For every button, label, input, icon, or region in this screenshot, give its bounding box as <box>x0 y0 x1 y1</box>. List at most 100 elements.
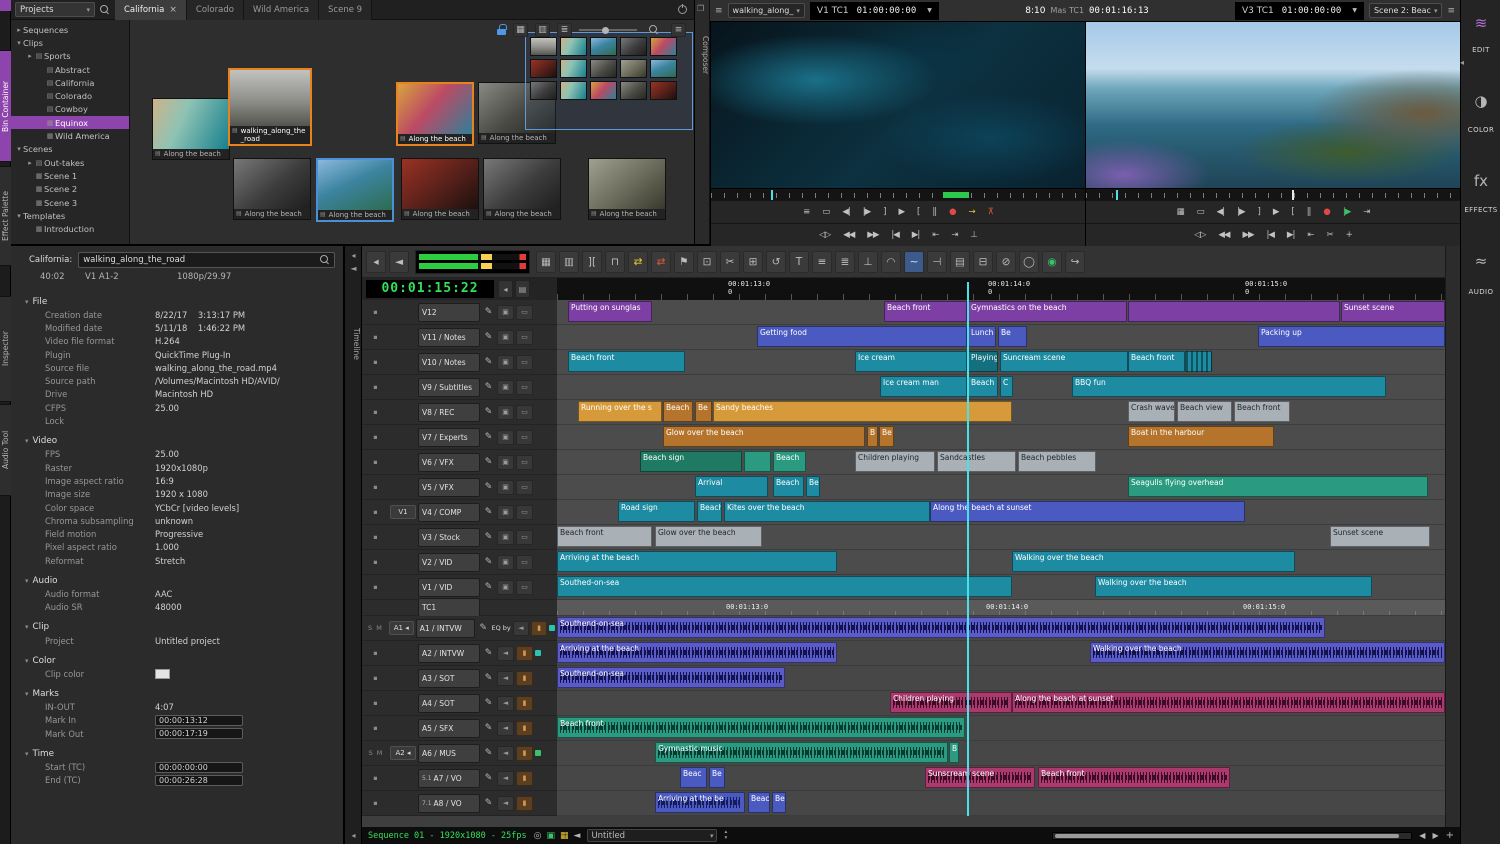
section-header-clip[interactable]: ▾Clip <box>11 621 343 634</box>
speaker-toggle[interactable]: ◄ <box>497 721 514 736</box>
clip[interactable]: Sandcastles <box>937 451 1016 472</box>
secondary-toggle[interactable]: ▮ <box>516 721 533 736</box>
undo-icon[interactable]: ↺ <box>766 251 786 273</box>
track-lane-v12[interactable]: Putting on sunglasBeach frontGymnastics … <box>557 300 1445 325</box>
edit-pencil-icon[interactable]: ✎ <box>482 432 495 442</box>
clip[interactable] <box>1128 301 1340 322</box>
track-button-v2[interactable]: V2 / VID <box>418 553 480 572</box>
color-icon[interactable]: ◑ <box>1461 92 1500 110</box>
clip[interactable]: Beach view <box>1177 401 1232 422</box>
multi-clip-selection[interactable] <box>525 32 693 130</box>
tree-item-sequences[interactable]: ▸Sequences <box>11 23 129 36</box>
track-lane-a3[interactable]: Southend-on-sea <box>557 666 1445 691</box>
next-frame-icon[interactable]: ▶| <box>1287 230 1294 240</box>
track-lane-v7[interactable]: Glow over the beachBBeBoat in the harbou… <box>557 425 1445 450</box>
track-lane-v2[interactable]: Arriving at the beachWalking over the be… <box>557 550 1445 575</box>
tree-item-sports[interactable]: ▸▤Sports <box>11 50 129 63</box>
effect-disable-icon[interactable]: ⊘ <box>996 251 1016 273</box>
edit-pencil-icon[interactable]: ✎ <box>482 773 495 783</box>
bin-clip-7[interactable]: ▤Along the beach <box>483 158 561 220</box>
solo-mute-buttons[interactable]: S M <box>364 624 387 632</box>
secondary-toggle[interactable]: ▭ <box>516 305 533 320</box>
collapse-icon[interactable]: ◂ <box>366 251 386 273</box>
clip[interactable]: Children playing <box>855 451 935 472</box>
record-icon[interactable]: ● <box>949 207 955 217</box>
section-header-file[interactable]: ▾File <box>11 295 343 308</box>
clip-thumbnail[interactable] <box>650 81 677 100</box>
clip[interactable]: Sunscream scene <box>925 767 1035 788</box>
track-button-tc1[interactable]: TC1 <box>418 598 480 617</box>
track-lane-v1[interactable]: Southed-on-seaWalking over the beach <box>557 575 1445 600</box>
edit-pencil-icon[interactable]: ✎ <box>482 382 495 392</box>
track-lane-a6[interactable]: Gymnastic musicB <box>557 741 1445 766</box>
clip[interactable]: Sunset scene <box>1330 526 1430 547</box>
source-clip-menu[interactable]: walking_along_▾ <box>728 3 805 18</box>
section-header-video[interactable]: ▾Video <box>11 435 343 448</box>
edit-pencil-icon[interactable]: ✎ <box>482 673 495 683</box>
scrollbar-thumb[interactable] <box>1055 834 1399 838</box>
track-button-v3[interactable]: V3 / Stock <box>418 528 480 547</box>
scroll-left-icon[interactable]: ◀ <box>1419 831 1425 840</box>
clip[interactable]: Beach <box>663 401 693 422</box>
clip[interactable]: Beac <box>680 767 707 788</box>
effects-icon[interactable]: fx <box>1461 172 1500 190</box>
track-button-a6[interactable]: A6 / MUS <box>418 744 480 763</box>
loop-icon[interactable]: ◁▷ <box>819 230 830 240</box>
side-tab-inspector[interactable]: Inspector <box>0 296 11 402</box>
rewind-icon[interactable]: ◀◀ <box>843 230 854 240</box>
fast-forward-icon[interactable]: ▶▶ <box>867 230 878 240</box>
clip-thumbnail[interactable] <box>620 81 647 100</box>
clip[interactable]: Beach <box>773 451 806 472</box>
clip[interactable]: Along the beach at sunset <box>930 501 1245 522</box>
speaker-toggle[interactable]: ◄ <box>497 796 514 811</box>
bin-clip-4[interactable]: ▤Along the beach <box>396 82 474 146</box>
speaker-toggle[interactable]: ◄ <box>497 746 514 761</box>
tab-label-effects[interactable]: EFFECTS <box>1461 206 1500 214</box>
mark-out-icon[interactable]: ] <box>1257 207 1259 217</box>
track-lane-v6[interactable]: Beach signBeachChildren playingSandcastl… <box>557 450 1445 475</box>
clip-thumbnail[interactable] <box>530 81 557 100</box>
playhead[interactable] <box>967 282 969 816</box>
tree-item-out-takes[interactable]: ▸▤Out-takes <box>11 156 129 169</box>
trim-mode-icon[interactable]: ][ <box>582 251 602 273</box>
rewind-icon[interactable]: ◀◀ <box>1218 230 1229 240</box>
track-lane-a4[interactable]: Children playingAlong the beach at sunse… <box>557 691 1445 716</box>
track-lane-v8[interactable]: Running over the sBeachBeSandy beachesCr… <box>557 400 1445 425</box>
track-button-v9[interactable]: V9 / Subtitles <box>418 378 480 397</box>
search-icon[interactable] <box>100 5 110 15</box>
track-patch-a1[interactable]: A1 ◂ <box>389 621 414 635</box>
track-button-a2[interactable]: A2 / INTVW <box>418 644 480 663</box>
speaker-icon[interactable]: ◄ <box>389 251 409 273</box>
overwrite-icon[interactable]: ⇄ <box>628 251 648 273</box>
menu-icon[interactable]: ≡ <box>715 6 723 16</box>
loop-icon[interactable]: ◯ <box>1019 251 1039 273</box>
go-start-icon[interactable]: ⇤ <box>932 230 938 240</box>
anchor-icon[interactable]: ⊥ <box>970 230 976 240</box>
tab-label-color[interactable]: COLOR <box>1461 126 1500 134</box>
field-value-input[interactable]: 00:00:26:28 <box>155 775 243 786</box>
clip-thumbnail[interactable] <box>530 59 557 78</box>
track-button-v11[interactable]: V11 / Notes <box>418 328 480 347</box>
edit-pencil-icon[interactable]: ✎ <box>482 307 495 317</box>
bin-clip-1[interactable]: ▤walking_along_the_road <box>228 68 312 146</box>
play-in-out-icon[interactable]: |▶ <box>1343 207 1350 217</box>
speaker-toggle[interactable]: ◄ <box>497 771 514 786</box>
edit-pencil-icon[interactable]: ✎ <box>482 507 495 517</box>
clip[interactable]: Lunch <box>968 326 996 347</box>
monitor-toggle[interactable]: ▣ <box>497 530 514 545</box>
clip[interactable]: Southend-on-sea <box>557 617 1325 638</box>
collapse-arrow-icon[interactable]: ◂ <box>345 251 362 260</box>
scroll-right-icon[interactable]: ▶ <box>1432 831 1438 840</box>
secondary-toggle[interactable]: ▭ <box>516 480 533 495</box>
edit-pencil-icon[interactable]: ✎ <box>482 723 495 733</box>
power-icon[interactable] <box>678 5 687 14</box>
track-button-v1[interactable]: V1 / VID <box>418 578 480 597</box>
tree-item-templates[interactable]: ▾Templates <box>11 209 129 222</box>
bin-clip-6[interactable]: ▤Along the beach <box>401 158 479 220</box>
edit-pencil-icon[interactable]: ✎ <box>482 748 495 758</box>
step-forward-icon[interactable]: |▶ <box>863 207 870 217</box>
clip[interactable]: Arrival <box>695 476 768 497</box>
menu-icon[interactable]: ≡ <box>803 207 809 217</box>
tree-item-introduction[interactable]: ▦Introduction <box>11 222 129 235</box>
track-button-v5[interactable]: V5 / VFX <box>418 478 480 497</box>
